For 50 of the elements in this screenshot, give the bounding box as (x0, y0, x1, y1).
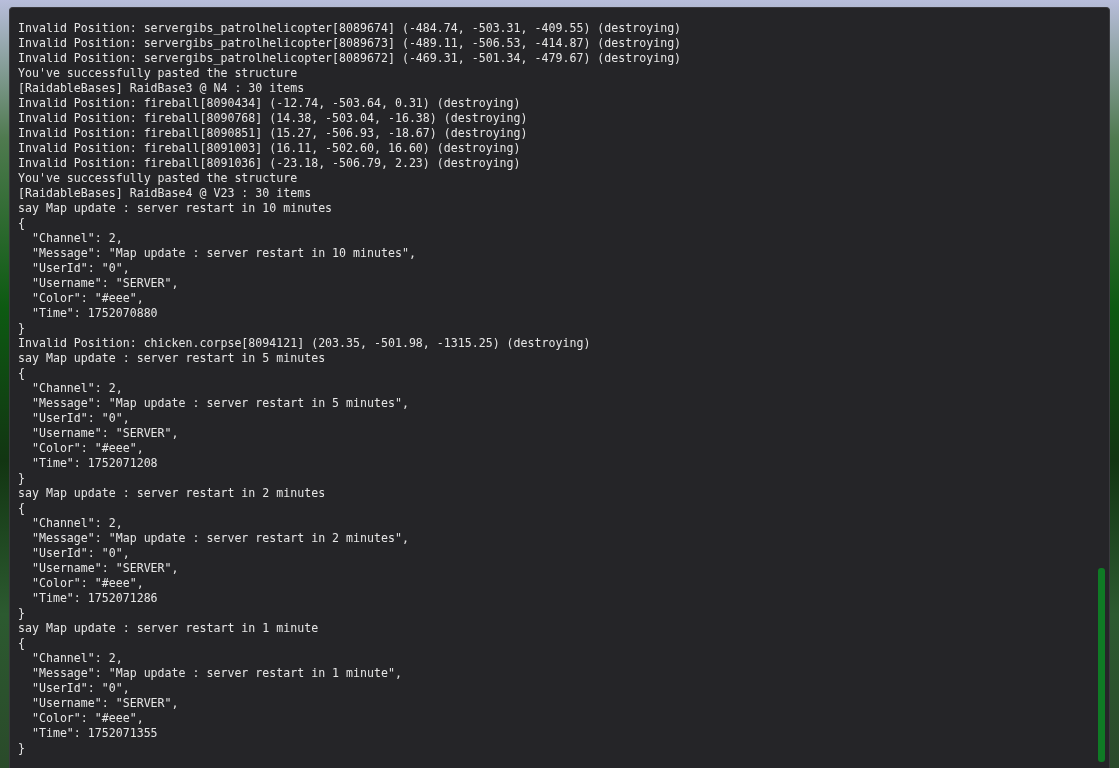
log-line: "Username": "SERVER", (30, 426, 179, 441)
log-line: "UserId": "0", (30, 261, 130, 276)
log-line: Invalid Position: servergibs_patrolhelicopter[8089673] (-489.11, -506.53, -414.87) (destroying) (18, 36, 682, 51)
log-line: } (18, 471, 25, 486)
log-line: say Map update : server restart in 1 minute (18, 621, 319, 636)
log-line: "Color": "#eee", (30, 441, 144, 456)
log-line: You've successfully pasted the structure (18, 171, 298, 186)
log-line: "Time": 1752071208 (30, 456, 158, 471)
scrollbar-thumb[interactable] (1098, 568, 1105, 762)
log-line: Invalid Position: fireball[8090768] (14.38, -503.04, -16.38) (destroying) (18, 111, 528, 126)
log-line: [RaidableBases] RaidBase3 @ N4 : 30 items (18, 81, 305, 96)
log-line: "Time": 1752071355 (30, 726, 158, 741)
log-line: "UserId": "0", (30, 546, 130, 561)
log-line: { (18, 366, 25, 381)
log-line: Invalid Position: fireball[8091003] (16.11, -502.60, 16.60) (destroying) (18, 141, 521, 156)
log-line: } (18, 741, 25, 756)
log-line: Invalid Position: fireball[8090851] (15.27, -506.93, -18.67) (destroying) (18, 126, 528, 141)
log-line: "Time": 1752070880 (30, 306, 158, 321)
log-line: Invalid Position: chicken.corpse[8094121] (203.35, -501.98, -1315.25) (destroying) (18, 336, 591, 351)
log-line: [RaidableBases] RaidBase4 @ V23 : 30 items (18, 186, 312, 201)
log-line: "Time": 1752071286 (30, 591, 158, 606)
log-line: "Color": "#eee", (30, 291, 144, 306)
log-line: { (18, 216, 25, 231)
log-line: "Channel": 2, (30, 516, 123, 531)
log-line: "Username": "SERVER", (30, 276, 179, 291)
log-line: Invalid Position: fireball[8090434] (-12.74, -503.64, 0.31) (destroying) (18, 96, 521, 111)
log-line: "Color": "#eee", (30, 711, 144, 726)
log-line: say Map update : server restart in 10 minutes (18, 201, 333, 216)
log-line: "Username": "SERVER", (30, 696, 179, 711)
log-line: { (18, 636, 25, 651)
log-line: say Map update : server restart in 2 minutes (18, 486, 326, 501)
log-line: "Username": "SERVER", (30, 561, 179, 576)
log-line: "Channel": 2, (30, 231, 123, 246)
log-line: } (18, 321, 25, 336)
log-line: "Message": "Map update : server restart in 10 minutes", (30, 246, 416, 261)
log-line: You've successfully pasted the structure (18, 66, 298, 81)
log-line: "Color": "#eee", (30, 576, 144, 591)
log-line: "Message": "Map update : server restart in 2 minutes", (30, 531, 409, 546)
log-line: Invalid Position: fireball[8091036] (-23.18, -506.79, 2.23) (destroying) (18, 156, 521, 171)
log-line: "Message": "Map update : server restart in 1 minute", (30, 666, 402, 681)
log-line: "UserId": "0", (30, 411, 130, 426)
log-line: "Channel": 2, (30, 381, 123, 396)
log-line: say Map update : server restart in 5 minutes (18, 351, 326, 366)
log-line: } (18, 606, 25, 621)
log-line: { (18, 501, 25, 516)
log-line: Invalid Position: servergibs_patrolhelicopter[8089674] (-484.74, -503.31, -409.55) (destroying) (18, 21, 682, 36)
log-line: "Message": "Map update : server restart in 5 minutes", (30, 396, 409, 411)
log-line: Invalid Position: servergibs_patrolhelicopter[8089672] (-469.31, -501.34, -479.67) (destroying) (18, 51, 682, 66)
log-line: "UserId": "0", (30, 681, 130, 696)
log-line: "Channel": 2, (30, 651, 123, 666)
